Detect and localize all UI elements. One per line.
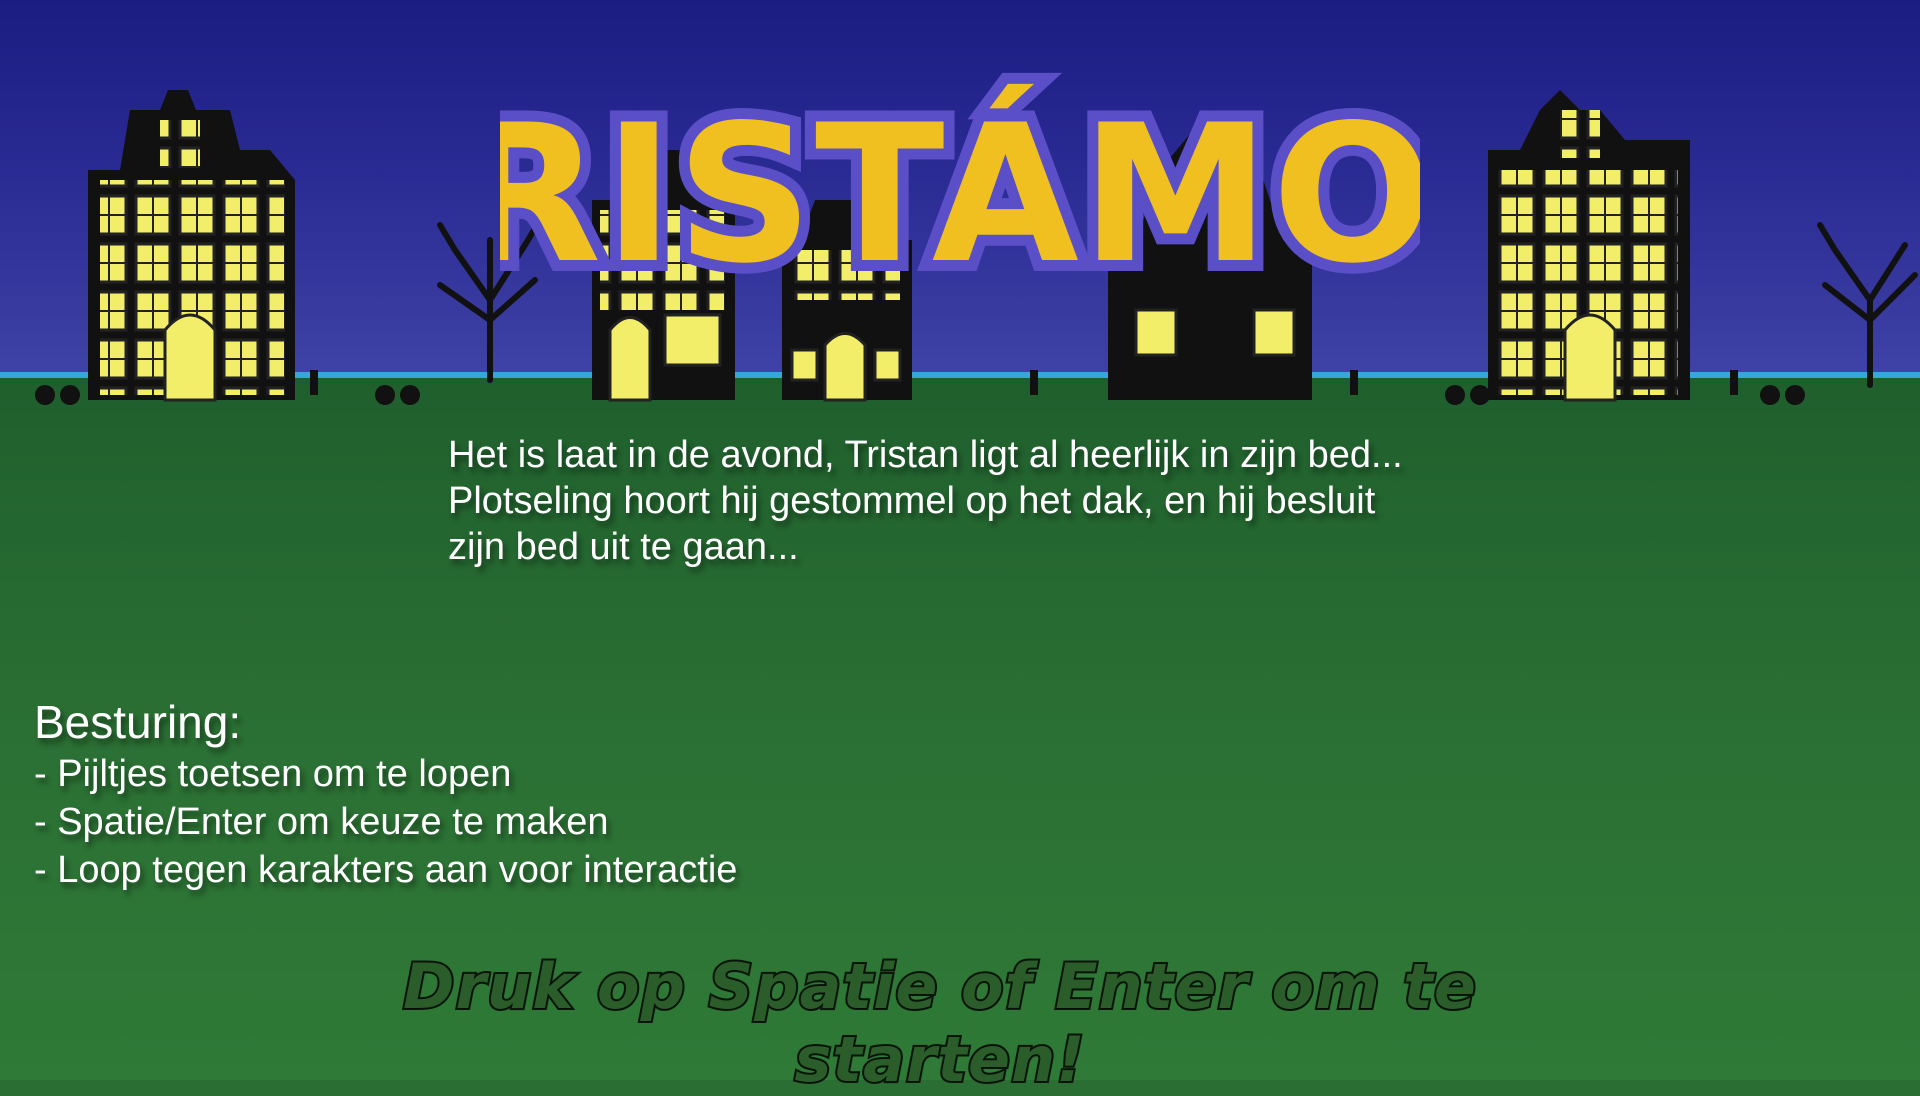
controls-heading: Besturing:	[34, 696, 242, 748]
game-scene[interactable]: TRISTÁMON Het is laat in de avond, Trist…	[0, 0, 1920, 1096]
house-1	[88, 90, 295, 402]
logo-title: TRISTÁMON	[500, 83, 1420, 305]
game-logo: TRISTÁMON	[500, 72, 1420, 316]
story-text: Het is laat in de avond, Tristan ligt al…	[448, 432, 1548, 570]
controls-panel: Besturing: - Pijltjes toetsen om te lope…	[34, 694, 737, 894]
story-line-3: zijn bed uit te gaan...	[448, 526, 799, 568]
story-line-2: Plotseling hoort hij gestommel op het da…	[448, 480, 1376, 522]
start-prompt[interactable]: Druk op Spatie of Enter om te starten!	[300, 948, 1580, 1096]
controls-item-3: - Loop tegen karakters aan voor interact…	[34, 849, 738, 891]
house-5	[1488, 90, 1690, 402]
controls-item-2: - Spatie/Enter om keuze te maken	[34, 801, 609, 843]
story-line-1: Het is laat in de avond, Tristan ligt al…	[448, 434, 1403, 476]
controls-item-1: - Pijltjes toetsen om te lopen	[34, 753, 512, 795]
bare-tree-2	[1817, 222, 1918, 388]
